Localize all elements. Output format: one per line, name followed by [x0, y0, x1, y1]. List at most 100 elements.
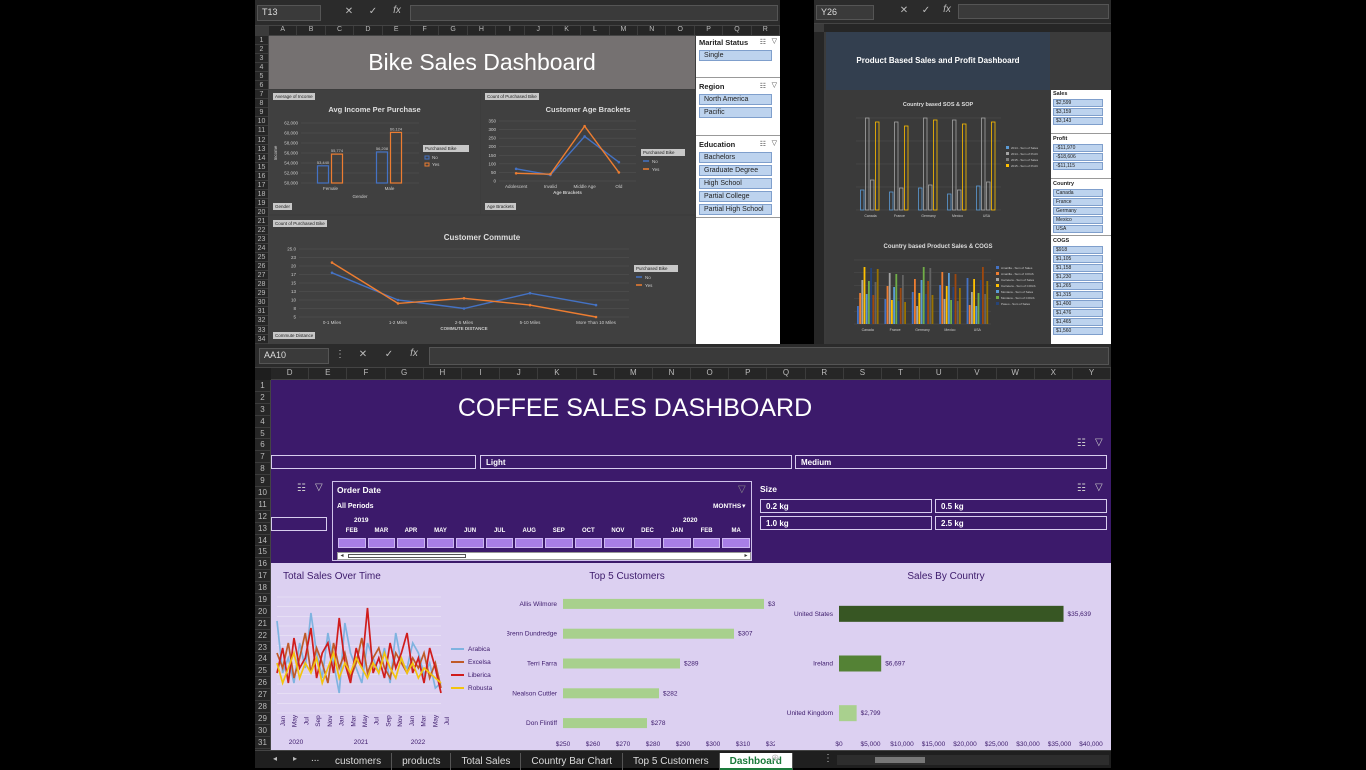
name-box[interactable]: T13	[257, 5, 321, 21]
slicer-item[interactable]: $1,476	[1053, 309, 1103, 317]
tab-products[interactable]: products	[392, 753, 452, 770]
slicer-item[interactable]: Bachelors	[699, 152, 772, 163]
slicer-item[interactable]: Partial College	[699, 191, 772, 202]
timeline-month-cell[interactable]	[397, 538, 425, 548]
timeline-month-cell[interactable]	[545, 538, 573, 548]
slicer-item[interactable]: Canada	[1053, 189, 1103, 197]
slicer-item[interactable]: -$11,115	[1053, 162, 1103, 170]
pivot-field-button[interactable]: Count of Purchased Bike	[485, 93, 539, 100]
slicer-item[interactable]: France	[1053, 198, 1103, 206]
scroll-right-icon[interactable]: ▸	[742, 552, 750, 560]
function-icon[interactable]: fx	[390, 5, 404, 16]
tab-customers[interactable]: customers	[325, 753, 393, 770]
time-unit-dropdown[interactable]: MONTHS	[713, 503, 741, 510]
slicer-item[interactable]: Germany	[1053, 207, 1103, 215]
slicer-item[interactable]: $2,599	[1053, 99, 1103, 107]
formula-input[interactable]	[429, 347, 1109, 365]
timeline-month-cell[interactable]	[604, 538, 632, 548]
chevron-down-icon[interactable]: ▾	[742, 502, 746, 510]
slicer-item[interactable]: North America	[699, 94, 772, 105]
more-icon[interactable]: ⋮	[335, 349, 345, 360]
slicer-item[interactable]: $1,315	[1053, 291, 1103, 299]
gender-field-button[interactable]: Gender	[273, 203, 293, 210]
size-slicer-item[interactable]: 0.2 kg	[760, 499, 932, 513]
tab-more[interactable]: ...	[311, 753, 319, 764]
timeline-month-cell[interactable]	[633, 538, 662, 548]
clear-filter-icon[interactable]: ▽	[315, 482, 323, 493]
roast-slicer-item-medium[interactable]: Medium	[795, 455, 1107, 469]
formula-input[interactable]	[958, 4, 1109, 19]
cancel-icon[interactable]: ✕	[898, 5, 910, 16]
horizontal-scrollbar[interactable]	[837, 755, 1109, 765]
slicer-item[interactable]: Partial High School	[699, 204, 772, 215]
timeline-month-cell[interactable]	[338, 538, 366, 548]
slicer-item[interactable]: -$18,606	[1053, 153, 1103, 161]
clear-filter-icon[interactable]: ▽	[772, 139, 777, 147]
clear-filter-icon[interactable]: ▽	[738, 484, 746, 495]
multi-select-icon[interactable]: ☷	[1077, 438, 1086, 449]
multi-select-icon[interactable]: ☷	[1077, 483, 1086, 494]
clear-filter-icon[interactable]: ▽	[1095, 437, 1103, 448]
timeline-scrollbar[interactable]: ◂ ▸	[337, 552, 751, 560]
clear-filter-icon[interactable]: ▽	[772, 37, 777, 45]
pivot-field-button[interactable]: Average of Income	[273, 93, 315, 100]
partial-slicer-item[interactable]	[271, 517, 327, 531]
enter-icon[interactable]: ✓	[367, 6, 379, 17]
timeline-month-cell[interactable]	[574, 538, 603, 548]
function-icon[interactable]: fx	[940, 4, 954, 15]
slicer-item[interactable]: Single	[699, 50, 772, 61]
timeline-month-cell[interactable]	[663, 538, 691, 548]
function-icon[interactable]: fx	[407, 348, 421, 359]
slicer-item[interactable]: $1,560	[1053, 327, 1103, 335]
timeline-month-cell[interactable]	[485, 538, 514, 548]
scroll-thumb[interactable]	[875, 757, 925, 763]
slicer-item[interactable]: High School	[699, 178, 772, 189]
cancel-icon[interactable]: ✕	[357, 349, 369, 360]
size-slicer-item[interactable]: 1.0 kg	[760, 516, 932, 530]
size-slicer-item[interactable]: 0.5 kg	[935, 499, 1107, 513]
tab-country-bar-chart[interactable]: Country Bar Chart	[521, 753, 623, 770]
cancel-icon[interactable]: ✕	[343, 6, 355, 17]
slicer-item[interactable]: $3,159	[1053, 108, 1103, 116]
tab-scroll-right-icon[interactable]: ▸	[293, 754, 297, 763]
slicer-item[interactable]: $1,105	[1053, 255, 1103, 263]
timeline-month-cell[interactable]	[722, 538, 750, 548]
multi-select-icon[interactable]: ☷	[760, 82, 766, 90]
more-icon[interactable]: ⋮	[823, 753, 833, 764]
roast-slicer-item-partial[interactable]	[271, 455, 476, 469]
add-sheet-icon[interactable]: ⊕	[771, 753, 779, 764]
enter-icon[interactable]: ✓	[383, 349, 395, 360]
slicer-item[interactable]: $1,230	[1053, 273, 1103, 281]
slicer-item[interactable]: $1,465	[1053, 318, 1103, 326]
clear-filter-icon[interactable]: ▽	[772, 81, 777, 89]
timeline-month-cell[interactable]	[456, 538, 484, 548]
slicer-item[interactable]: Mexico	[1053, 216, 1103, 224]
slicer-item[interactable]: Pacific	[699, 107, 772, 118]
age-field-button[interactable]: Age Brackets	[485, 203, 516, 210]
scroll-thumb[interactable]	[348, 554, 466, 558]
commute-field-button[interactable]: Commute Distance	[273, 332, 316, 339]
timeline-month-cell[interactable]	[367, 538, 396, 548]
slicer-item[interactable]: -$11,970	[1053, 144, 1103, 152]
formula-input[interactable]	[410, 5, 778, 21]
multi-select-icon[interactable]: ☷	[760, 140, 766, 148]
enter-icon[interactable]: ✓	[920, 5, 932, 16]
tab-top-5-customers[interactable]: Top 5 Customers	[623, 753, 720, 770]
slicer-item[interactable]: $918	[1053, 246, 1103, 254]
tab-total-sales[interactable]: Total Sales	[451, 753, 522, 770]
name-box[interactable]: Y26	[816, 5, 874, 20]
pivot-field-button[interactable]: Count of Purchased Bike	[273, 220, 327, 227]
timeline-month-cell[interactable]	[515, 538, 543, 548]
name-box[interactable]: AA10	[259, 348, 329, 364]
slicer-item[interactable]: $1,265	[1053, 282, 1103, 290]
slicer-item[interactable]: Graduate Degree	[699, 165, 772, 176]
tab-scroll-left-icon[interactable]: ◂	[273, 754, 277, 763]
slicer-item[interactable]: USA	[1053, 225, 1103, 233]
roast-slicer-item-light[interactable]: Light	[480, 455, 792, 469]
tab-dashboard[interactable]: Dashboard	[719, 753, 793, 770]
slicer-item[interactable]: $1,158	[1053, 264, 1103, 272]
multi-select-icon[interactable]: ☷	[297, 483, 306, 494]
multi-select-icon[interactable]: ☷	[760, 38, 766, 46]
clear-filter-icon[interactable]: ▽	[1095, 482, 1103, 493]
size-slicer-item[interactable]: 2.5 kg	[935, 516, 1107, 530]
